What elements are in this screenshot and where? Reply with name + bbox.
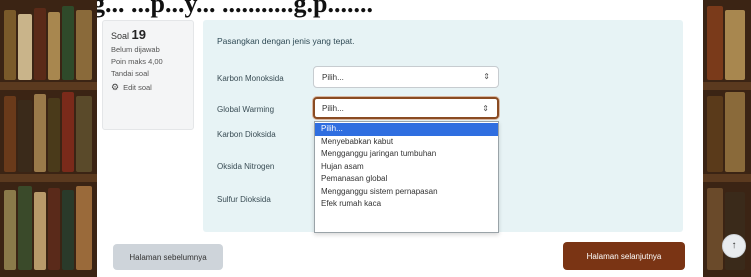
- match-label-1: Karbon Monoksida: [217, 74, 284, 83]
- question-number-label: Soal: [111, 31, 130, 41]
- page-header: g... ...p...y... ...........g.p.......: [0, 0, 751, 22]
- select-dropdown-list[interactable]: Pilih... Menyebabkan kabut Mengganggu ja…: [314, 121, 499, 233]
- chevron-updown-icon: ⇕: [483, 72, 490, 81]
- question-number-value: 19: [131, 27, 146, 42]
- scroll-to-top-button[interactable]: ↑: [722, 234, 746, 258]
- dropdown-option[interactable]: Menyebabkan kabut: [315, 136, 498, 149]
- chevron-updown-icon: ⇕: [482, 104, 489, 113]
- dropdown-option[interactable]: Mengganggu jaringan tumbuhan: [315, 148, 498, 161]
- arrow-up-icon: ↑: [731, 240, 737, 251]
- question-info: Soal 19 Belum dijawab Poin maks 4,00 Tan…: [102, 20, 194, 130]
- next-page-button[interactable]: Halaman selanjutnya: [563, 242, 685, 270]
- dropdown-option[interactable]: Pemanasan global: [315, 173, 498, 186]
- dropdown-option[interactable]: Hujan asam: [315, 161, 498, 174]
- previous-page-button[interactable]: Halaman sebelumnya: [113, 244, 223, 270]
- edit-question-label: Edit soal: [123, 83, 152, 92]
- question-number: Soal 19: [111, 27, 193, 42]
- match-label-2: Global Warming: [217, 105, 275, 114]
- dropdown-option[interactable]: Pilih...: [315, 123, 498, 136]
- match-select-2[interactable]: Pilih... ⇕: [313, 97, 499, 119]
- dropdown-option[interactable]: Efek rumah kaca: [315, 198, 498, 211]
- match-select-2-value: Pilih...: [322, 104, 344, 113]
- gear-icon: ⚙: [111, 82, 120, 92]
- dropdown-option[interactable]: Mengganggu sistem pernapasan: [315, 186, 498, 199]
- match-label-5: Sulfur Dioksida: [217, 195, 271, 204]
- bookshelf-left-image: [0, 0, 97, 277]
- match-select-1-value: Pilih...: [322, 73, 344, 82]
- question-marks: Poin maks 4,00: [111, 57, 163, 66]
- page-heading: g... ...p...y... ...........g.p.......: [92, 0, 373, 18]
- flag-question-link[interactable]: Tandai soal: [111, 69, 193, 78]
- question-status: Belum dijawab: [111, 45, 160, 54]
- match-select-1[interactable]: Pilih... ⇕: [313, 66, 499, 88]
- edit-question-link[interactable]: ⚙ Edit soal: [111, 82, 193, 93]
- question-prompt: Pasangkan dengan jenis yang tepat.: [217, 36, 355, 46]
- match-label-4: Oksida Nitrogen: [217, 162, 275, 171]
- match-label-3: Karbon Dioksida: [217, 130, 276, 139]
